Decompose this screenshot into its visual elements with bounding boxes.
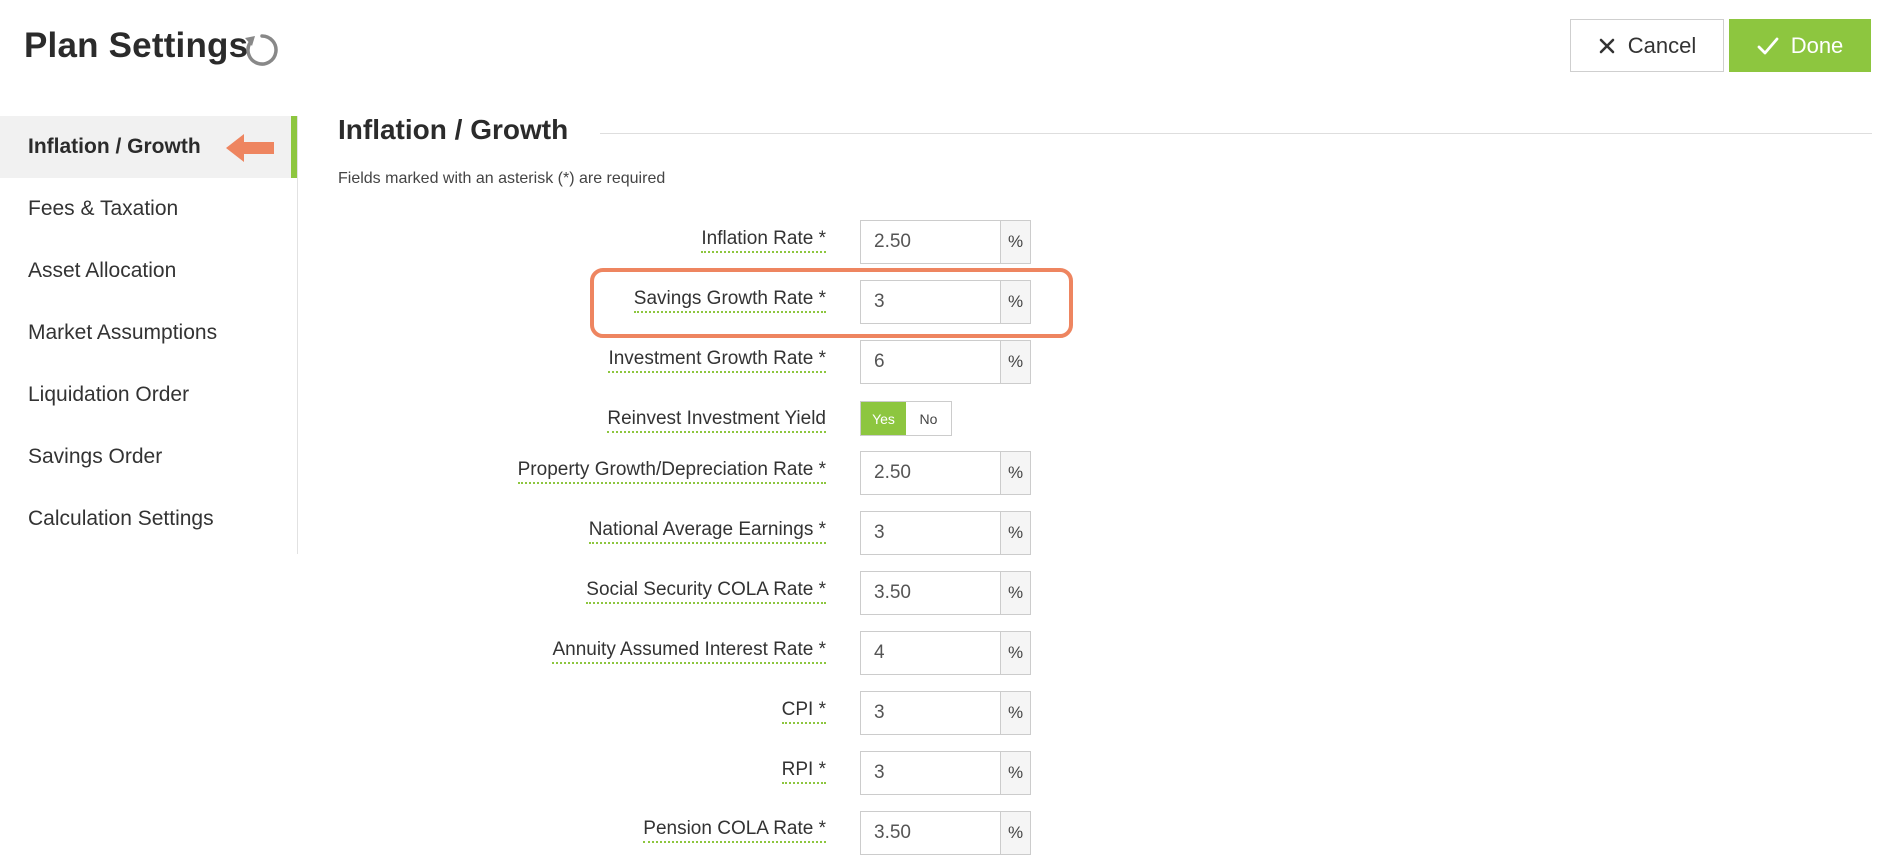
- rpi-label: RPI *: [781, 759, 826, 784]
- sidebar-item-label: Calculation Settings: [28, 507, 214, 530]
- section-divider: [600, 133, 1872, 134]
- savings-growth-rate-label: Savings Growth Rate *: [633, 288, 826, 313]
- sidebar-item-label: Market Assumptions: [28, 321, 218, 344]
- sidebar-item-label: Savings Order: [28, 445, 163, 468]
- cpi-input-group: %: [860, 691, 1031, 735]
- done-button-label: Done: [1790, 32, 1844, 58]
- pension-cola-rate-label: Pension COLA Rate *: [643, 818, 826, 843]
- property-growth-rate-label: Property Growth/Depreciation Rate *: [517, 459, 826, 484]
- property-growth-rate-input-group: %: [860, 451, 1031, 495]
- sidebar-item-market-assumptions[interactable]: Market Assumptions: [0, 302, 297, 364]
- investment-growth-rate-input-group: %: [860, 340, 1031, 384]
- inflation-rate-input-group: %: [860, 220, 1031, 264]
- sidebar-item-label: Asset Allocation: [28, 259, 177, 282]
- cpi-label: CPI *: [781, 699, 826, 724]
- percent-addon: %: [1000, 512, 1030, 554]
- percent-addon: %: [1000, 632, 1030, 674]
- investment-growth-rate-label: Investment Growth Rate *: [608, 348, 826, 373]
- savings-growth-rate-input[interactable]: [861, 281, 1000, 323]
- section-title: Inflation / Growth: [338, 114, 569, 145]
- inflation-rate-label: Inflation Rate *: [701, 228, 826, 253]
- reinvest-investment-yield-toggle: Yes No: [860, 401, 952, 436]
- percent-addon: %: [1000, 812, 1030, 854]
- pension-cola-rate-input[interactable]: [861, 812, 1000, 854]
- percent-addon: %: [1000, 752, 1030, 794]
- annuity-assumed-interest-rate-input-group: %: [860, 631, 1031, 675]
- page-title: Plan Settings: [24, 26, 249, 65]
- investment-growth-rate-input[interactable]: [861, 341, 1000, 383]
- percent-addon: %: [1000, 692, 1030, 734]
- inflation-rate-input[interactable]: [861, 221, 1000, 263]
- reinvest-investment-yield-label: Reinvest Investment Yield: [607, 408, 826, 433]
- sidebar-item-calculation-settings[interactable]: Calculation Settings: [0, 488, 297, 550]
- annuity-assumed-interest-rate-input[interactable]: [861, 632, 1000, 674]
- done-button[interactable]: Done: [1729, 19, 1871, 72]
- refresh-icon[interactable]: [242, 30, 282, 70]
- sidebar-item-fees-taxation[interactable]: Fees & Taxation: [0, 178, 297, 240]
- sidebar-item-label: Inflation / Growth: [28, 135, 201, 158]
- national-average-earnings-input[interactable]: [861, 512, 1000, 554]
- sidebar-item-label: Fees & Taxation: [28, 197, 179, 220]
- property-growth-rate-input[interactable]: [861, 452, 1000, 494]
- pension-cola-rate-input-group: %: [860, 811, 1031, 855]
- percent-addon: %: [1000, 572, 1030, 614]
- rpi-input-group: %: [860, 751, 1031, 795]
- cpi-input[interactable]: [861, 692, 1000, 734]
- social-security-cola-rate-input[interactable]: [861, 572, 1000, 614]
- national-average-earnings-label: National Average Earnings *: [588, 519, 826, 544]
- percent-addon: %: [1000, 221, 1030, 263]
- sidebar-item-liquidation-order[interactable]: Liquidation Order: [0, 364, 297, 426]
- settings-sidebar: Inflation / Growth Fees & Taxation Asset…: [0, 116, 298, 554]
- sidebar-item-label: Liquidation Order: [28, 383, 190, 406]
- cancel-button-label: Cancel: [1627, 32, 1697, 58]
- cancel-button[interactable]: Cancel: [1570, 19, 1724, 72]
- plan-settings-page: Plan Settings Cancel Done Inflation / Gr…: [0, 0, 1885, 862]
- checkmark-icon: [1757, 36, 1779, 56]
- sidebar-item-savings-order[interactable]: Savings Order: [0, 426, 297, 488]
- social-security-cola-rate-input-group: %: [860, 571, 1031, 615]
- sidebar-item-asset-allocation[interactable]: Asset Allocation: [0, 240, 297, 302]
- savings-growth-rate-input-group: %: [860, 280, 1031, 324]
- toggle-yes-option[interactable]: Yes: [861, 402, 906, 435]
- percent-addon: %: [1000, 452, 1030, 494]
- national-average-earnings-input-group: %: [860, 511, 1031, 555]
- arrow-left-icon: [224, 131, 276, 165]
- toggle-no-option[interactable]: No: [906, 402, 951, 435]
- required-fields-note: Fields marked with an asterisk (*) are r…: [338, 170, 666, 187]
- rpi-input[interactable]: [861, 752, 1000, 794]
- percent-addon: %: [1000, 341, 1030, 383]
- close-icon: [1598, 37, 1616, 55]
- social-security-cola-rate-label: Social Security COLA Rate *: [586, 579, 826, 604]
- percent-addon: %: [1000, 281, 1030, 323]
- annuity-assumed-interest-rate-label: Annuity Assumed Interest Rate *: [552, 639, 826, 664]
